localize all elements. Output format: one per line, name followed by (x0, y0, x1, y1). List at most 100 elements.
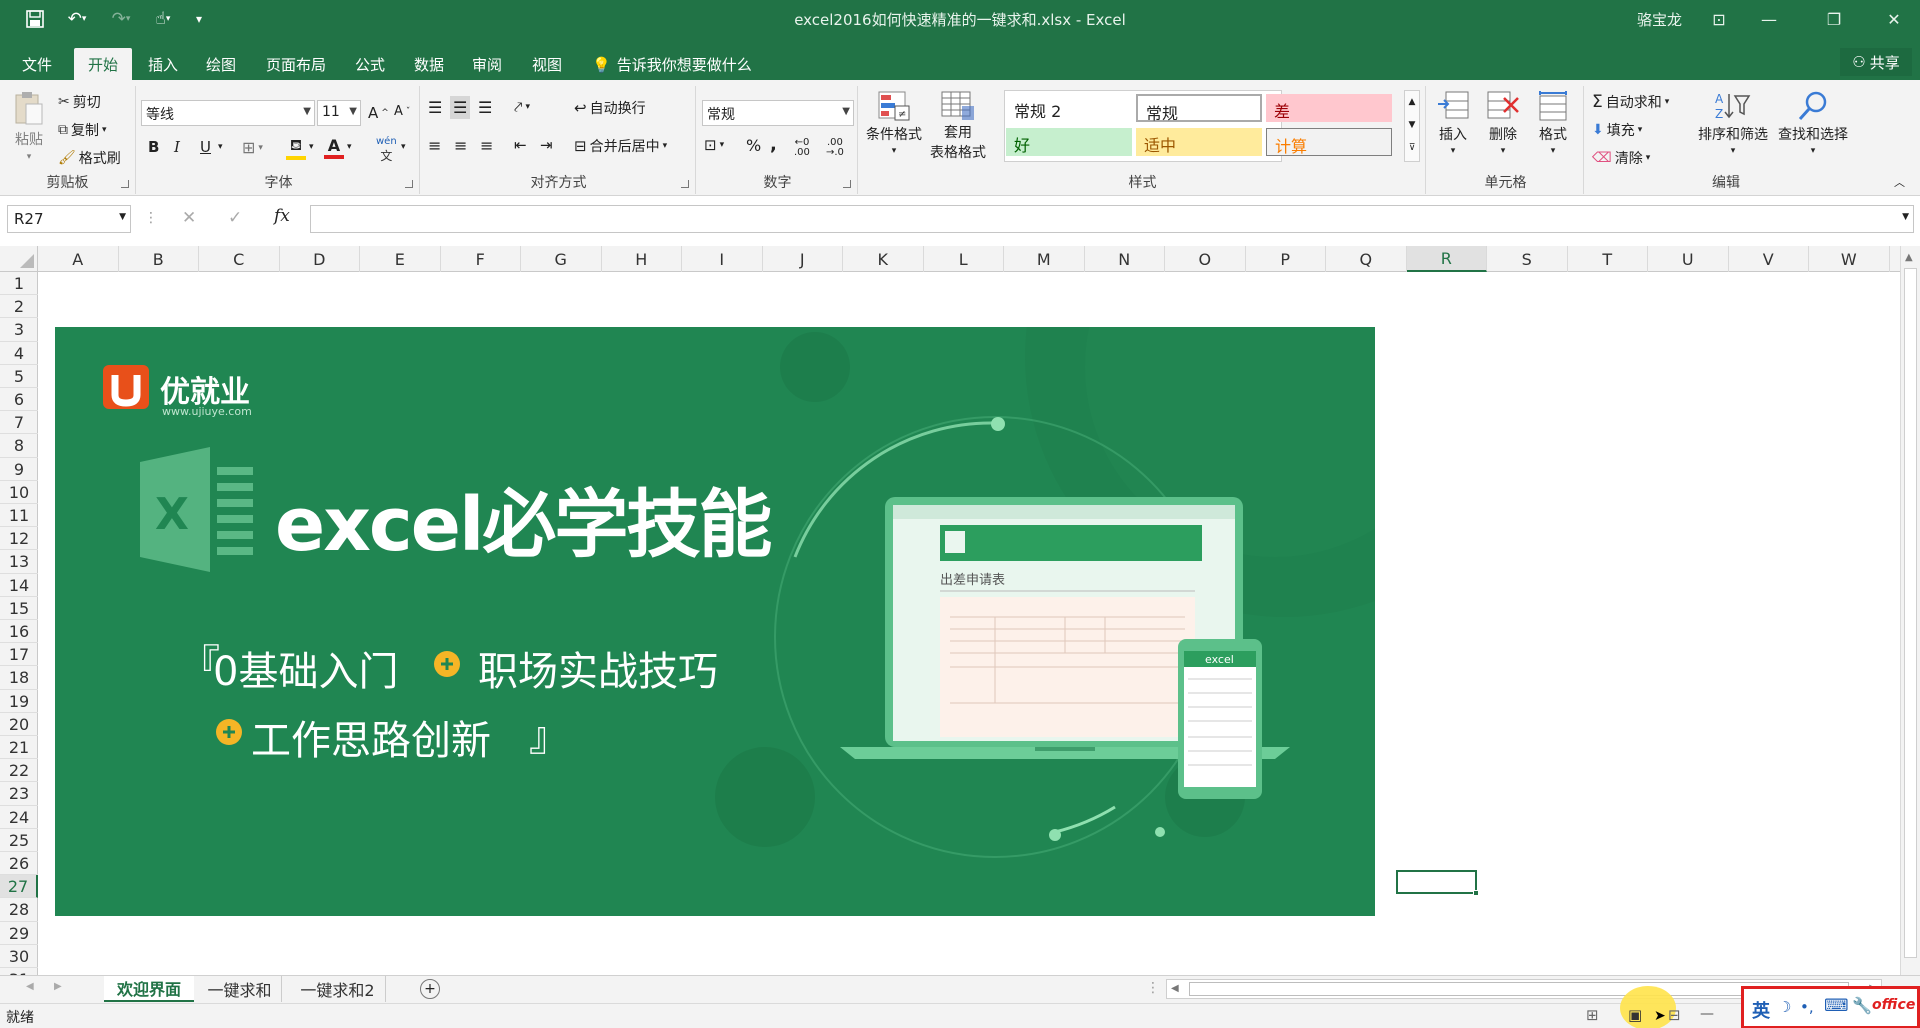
confirm-entry-icon[interactable]: ✓ (228, 208, 242, 228)
style-bad[interactable]: 差 (1266, 94, 1392, 122)
row-header-4[interactable]: 4 (0, 342, 38, 365)
font-size-combo[interactable]: 11 ▼ (317, 100, 361, 126)
grow-font-icon[interactable]: A ^ (368, 104, 389, 122)
number-launcher-icon[interactable] (843, 180, 851, 188)
row-header-28[interactable]: 28 (0, 898, 38, 922)
phonetic-icon[interactable]: wén 文 (376, 136, 397, 164)
font-color-button[interactable]: A (324, 136, 344, 159)
moon-icon[interactable]: ☽ (1778, 998, 1791, 1016)
row-header-21[interactable]: 21 (0, 736, 38, 760)
row-header-15[interactable]: 15 (0, 597, 38, 620)
prev-sheet-icon[interactable]: ◀ (26, 981, 34, 992)
row-header-17[interactable]: 17 (0, 643, 38, 667)
underline-dropdown-icon[interactable]: ▾ (218, 142, 223, 152)
name-box[interactable]: R27 ▼ (7, 205, 131, 233)
next-sheet-icon[interactable]: ▶ (54, 981, 62, 992)
sort-filter-button[interactable]: AZ 排序和筛选 ▾ (1698, 90, 1768, 156)
column-header-b[interactable]: B (119, 246, 199, 272)
row-header-23[interactable]: 23 (0, 782, 38, 806)
insert-function-button[interactable]: fx (274, 206, 290, 226)
tell-me-box[interactable]: 💡 告诉我你想要做什么 (592, 54, 752, 75)
column-header-e[interactable]: E (360, 246, 441, 272)
column-header-r[interactable]: R (1406, 246, 1487, 272)
share-button[interactable]: ⚇ 共享 (1840, 48, 1912, 76)
number-format-combo[interactable]: 常规 ▼ (702, 100, 854, 126)
merge-center-button[interactable]: ⊟ 合并后居中 ▾ (574, 136, 667, 156)
format-painter-button[interactable]: 🖌 格式刷 (58, 148, 121, 168)
row-header-20[interactable]: 20 (0, 713, 38, 736)
close-icon[interactable]: ✕ (1872, 4, 1916, 34)
format-as-table-button[interactable]: 套用 表格格式 (930, 90, 986, 162)
underline-button[interactable]: U (200, 138, 211, 156)
shrink-font-icon[interactable]: Aˇ (394, 104, 410, 119)
page-layout-view-icon[interactable]: ▣ (1628, 1006, 1642, 1024)
chevron-down-icon[interactable]: ▼ (119, 212, 126, 222)
column-header-c[interactable]: C (199, 246, 280, 272)
decrease-indent-icon[interactable]: ⇤ (514, 136, 527, 154)
column-header-k[interactable]: K (843, 246, 924, 272)
autosum-button[interactable]: Σ 自动求和 ▾ (1592, 92, 1669, 112)
chevron-down-icon[interactable]: ▼ (1405, 114, 1419, 137)
row-header-8[interactable]: 8 (0, 434, 38, 458)
paste-button[interactable]: 粘贴 ▾ (8, 90, 50, 162)
tools-icon[interactable]: 🔧 (1852, 996, 1872, 1015)
borders-icon[interactable]: ⊞ ▾ (242, 138, 263, 157)
align-bottom-icon[interactable]: ☰ (478, 98, 492, 117)
column-header-o[interactable]: O (1165, 246, 1246, 272)
row-header-30[interactable]: 30 (0, 945, 38, 968)
maximize-icon[interactable]: ❐ (1812, 4, 1856, 34)
tab-formulas[interactable]: 公式 (346, 48, 394, 80)
decrease-decimal-icon[interactable]: .00 →.0 (826, 138, 844, 158)
comma-button[interactable]: , (770, 134, 777, 155)
normal-view-icon[interactable]: ⊞ (1586, 1006, 1599, 1024)
tab-home[interactable]: 开始 (74, 48, 132, 80)
align-right-icon[interactable]: ≡ (480, 136, 493, 155)
formula-input[interactable]: ▼ (310, 205, 1914, 233)
vertical-scrollbar[interactable]: ▲ (1900, 246, 1920, 976)
style-normal-2[interactable]: 常规 2 (1006, 94, 1132, 122)
collapse-ribbon-icon[interactable]: ︿ (1894, 174, 1905, 190)
increase-indent-icon[interactable]: ⇥ (540, 136, 553, 154)
accounting-format-icon[interactable]: ⊡ ▾ (704, 136, 724, 154)
column-header-n[interactable]: N (1085, 246, 1165, 272)
row-header-16[interactable]: 16 (0, 620, 38, 644)
bold-button[interactable]: B (148, 138, 159, 156)
column-header-d[interactable]: D (280, 246, 360, 272)
tab-review[interactable]: 审阅 (462, 48, 512, 80)
row-header-5[interactable]: 5 (0, 365, 38, 388)
column-header-f[interactable]: F (441, 246, 521, 272)
row-header-22[interactable]: 22 (0, 759, 38, 783)
column-header-m[interactable]: M (1004, 246, 1085, 272)
row-header-3[interactable]: 3 (0, 318, 38, 342)
row-header-25[interactable]: 25 (0, 829, 38, 852)
column-header-w[interactable]: W (1809, 246, 1890, 272)
row-header-29[interactable]: 29 (0, 922, 38, 945)
percent-button[interactable]: % (746, 136, 761, 155)
vertical-scroll-thumb[interactable] (1904, 268, 1917, 958)
orientation-icon[interactable]: ⤤ ▾ (514, 98, 530, 116)
style-calculation[interactable]: 计算 (1266, 128, 1392, 156)
row-header-14[interactable]: 14 (0, 574, 38, 597)
expand-formula-icon[interactable]: ▼ (1902, 212, 1909, 222)
copy-button[interactable]: ⧉ 复制 ▾ (58, 120, 107, 140)
ime-toolbar[interactable]: 英 ☽ •, ⌨ 🔧 office (1741, 986, 1920, 1028)
font-name-combo[interactable]: 等线 ▼ (141, 100, 315, 126)
tab-page-layout[interactable]: 页面布局 (258, 48, 334, 80)
tab-data[interactable]: 数据 (404, 48, 454, 80)
select-all-corner[interactable] (0, 246, 38, 272)
user-name[interactable]: 骆宝龙 (1637, 9, 1682, 30)
delete-cells-button[interactable]: 删除 ▾ (1486, 90, 1520, 156)
alignment-launcher-icon[interactable] (681, 180, 689, 188)
gallery-scroll[interactable]: ▲ ▼ ⊽ (1404, 90, 1420, 162)
row-header-7[interactable]: 7 (0, 411, 38, 435)
italic-button[interactable]: I (174, 138, 180, 156)
add-sheet-icon[interactable]: + (420, 979, 440, 999)
fill-handle[interactable] (1473, 890, 1479, 896)
cancel-entry-icon[interactable]: ✕ (182, 208, 196, 228)
column-header-u[interactable]: U (1648, 246, 1729, 272)
row-header-1[interactable]: 1 (0, 272, 38, 296)
row-header-13[interactable]: 13 (0, 550, 38, 574)
row-header-18[interactable]: 18 (0, 666, 38, 690)
style-good[interactable]: 好 (1006, 128, 1132, 156)
column-header-l[interactable]: L (924, 246, 1004, 272)
